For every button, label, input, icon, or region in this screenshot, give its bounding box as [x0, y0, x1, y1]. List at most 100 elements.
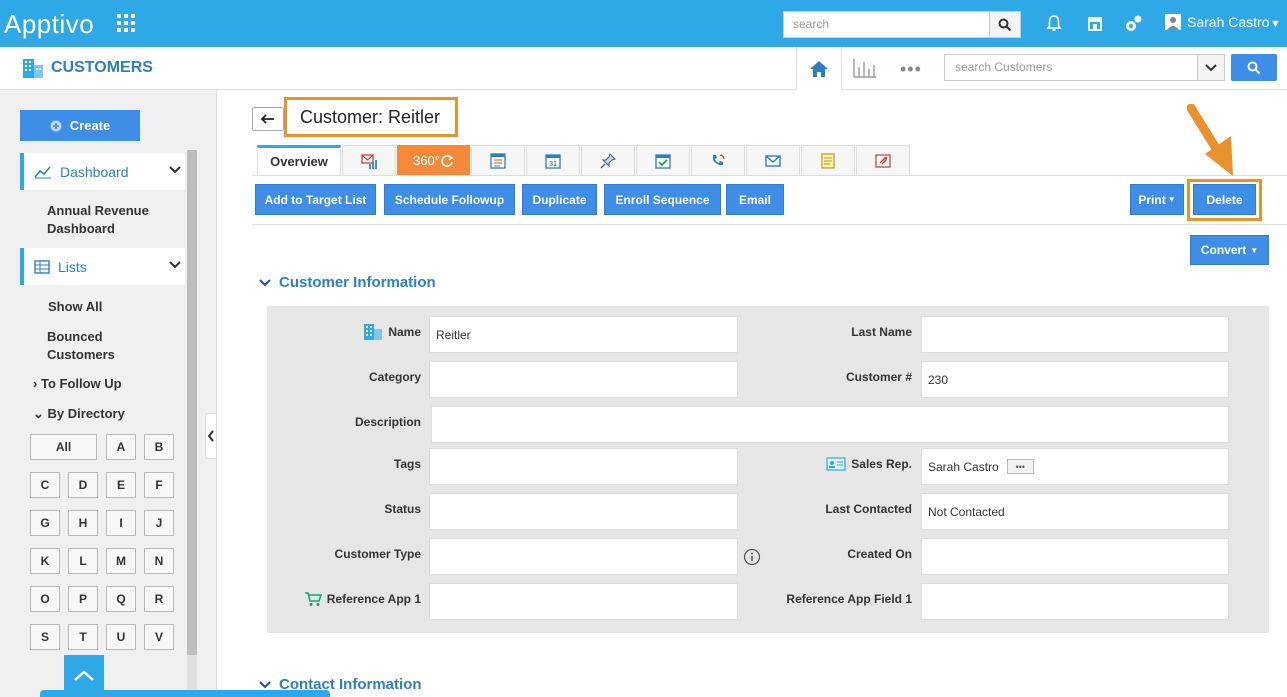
last-name-field[interactable]	[921, 316, 1229, 353]
print-button[interactable]: Print ▼	[1130, 184, 1184, 215]
directory-letter[interactable]: N	[144, 548, 174, 574]
apps-grid-icon[interactable]	[117, 14, 135, 32]
directory-letter[interactable]: C	[30, 472, 60, 498]
tab-email-stats[interactable]	[342, 145, 396, 176]
tab-calendar[interactable]: 31	[526, 145, 580, 176]
sidebar-collapse-toggle[interactable]	[205, 413, 217, 459]
tab-360[interactable]: 360°	[397, 145, 470, 176]
settings-cog-icon[interactable]	[1124, 13, 1144, 33]
store-icon[interactable]	[1085, 13, 1105, 33]
main-content: Customer: Reitler Overview 360° 31 Add t…	[217, 90, 1287, 697]
tab-notes-list[interactable]	[471, 145, 525, 176]
reference-app-field-value[interactable]	[921, 583, 1229, 620]
chevron-down-icon[interactable]	[169, 165, 181, 175]
arrow-left-icon	[260, 114, 274, 124]
tab-tasks[interactable]	[636, 145, 690, 176]
schedule-followup-button[interactable]: Schedule Followup	[384, 184, 515, 215]
sidebar-item-to-follow-up[interactable]: › To Follow Up	[33, 376, 122, 391]
tab-pin[interactable]	[581, 145, 635, 176]
global-search-input[interactable]: search	[783, 11, 990, 38]
sidebar-item-show-all[interactable]: Show All	[48, 298, 102, 316]
directory-letter[interactable]: P	[68, 586, 98, 612]
status-field[interactable]	[429, 493, 738, 530]
tags-field[interactable]	[429, 448, 738, 485]
directory-letter[interactable]: B	[144, 434, 174, 460]
directory-letter[interactable]: M	[106, 548, 136, 574]
tab-notes[interactable]	[801, 145, 855, 176]
sidebar-item-dashboard[interactable]: Dashboard	[20, 153, 185, 190]
user-menu[interactable]: Sarah Castro	[1165, 14, 1269, 30]
tags-label: Tags	[393, 457, 421, 471]
directory-letter[interactable]: J	[144, 510, 174, 536]
description-field[interactable]	[431, 406, 1229, 443]
tab-calls[interactable]	[691, 145, 745, 176]
tab-overview[interactable]: Overview	[257, 145, 341, 176]
apptivo-logo[interactable]: Apptivo	[4, 9, 94, 40]
category-field[interactable]	[429, 361, 738, 398]
bar-chart-icon[interactable]	[852, 57, 878, 82]
directory-letter[interactable]: D	[68, 472, 98, 498]
phone-icon	[713, 153, 725, 165]
bell-icon[interactable]	[1044, 13, 1064, 33]
sidebar-item-bounced-customers[interactable]: Bounced Customers	[47, 328, 115, 364]
info-icon[interactable]	[743, 548, 761, 566]
directory-letter[interactable]: F	[144, 472, 174, 498]
sidebar-item-lists[interactable]: Lists	[20, 248, 185, 285]
email-button[interactable]: Email	[726, 184, 784, 215]
back-button[interactable]	[252, 107, 284, 131]
sidebar-scrollbar-thumb[interactable]	[187, 150, 197, 655]
sidebar: Create Dashboard Annual Revenue Dashboar…	[0, 90, 217, 697]
create-button[interactable]: Create	[20, 110, 140, 141]
customer-type-field[interactable]	[429, 538, 738, 575]
more-options-icon[interactable]: •••	[900, 59, 922, 80]
name-field[interactable]: Reitler	[429, 316, 738, 353]
chevron-down-icon[interactable]	[1197, 54, 1225, 81]
convert-button[interactable]: Convert ▼	[1190, 235, 1269, 265]
tab-attachments[interactable]	[856, 145, 910, 176]
chevron-down-icon[interactable]: ▼	[1270, 18, 1281, 30]
directory-letter[interactable]: T	[68, 624, 98, 650]
section-contact-information[interactable]: Contact Information	[259, 676, 422, 693]
app-title[interactable]: CUSTOMERS	[21, 57, 153, 79]
sidebar-item-annual-revenue-dashboard[interactable]: Annual Revenue Dashboard	[47, 202, 149, 238]
directory-letter[interactable]: S	[30, 624, 60, 650]
search-button[interactable]	[1231, 54, 1277, 81]
duplicate-button[interactable]: Duplicate	[522, 184, 597, 215]
add-to-target-list-button[interactable]: Add to Target List	[255, 184, 376, 215]
plus-circle-icon	[50, 120, 62, 131]
last-contacted-field[interactable]: Not Contacted	[921, 493, 1229, 530]
directory-letter[interactable]: V	[144, 624, 174, 650]
directory-letter[interactable]: A	[106, 434, 136, 460]
email-chart-icon	[361, 153, 377, 169]
created-on-field[interactable]	[921, 538, 1229, 575]
chevron-right-icon: ›	[33, 376, 38, 391]
search-icon[interactable]	[989, 11, 1021, 38]
directory-letter[interactable]: U	[106, 624, 136, 650]
top-bar: Apptivo search Sarah Castro ▼	[0, 0, 1287, 47]
directory-letter[interactable]: E	[106, 472, 136, 498]
directory-letter[interactable]: H	[68, 510, 98, 536]
sidebar-item-by-directory[interactable]: ⌄ By Directory	[33, 406, 125, 422]
directory-letter[interactable]: K	[30, 548, 60, 574]
directory-letter[interactable]: O	[30, 586, 60, 612]
chevron-left-icon	[207, 430, 214, 442]
section-customer-information[interactable]: Customer Information	[259, 274, 436, 291]
directory-letter[interactable]: R	[144, 586, 174, 612]
directory-letter[interactable]: Q	[106, 586, 136, 612]
chevron-down-icon[interactable]	[169, 260, 181, 270]
reference-app-field[interactable]	[429, 583, 738, 620]
home-icon[interactable]	[796, 47, 842, 90]
chevron-down-icon: ⌄	[33, 406, 44, 421]
sales-rep-field[interactable]: Sarah Castro •••	[921, 448, 1229, 485]
more-options-icon[interactable]: •••	[1006, 459, 1034, 474]
create-label: Create	[69, 118, 111, 133]
directory-letter[interactable]: I	[106, 510, 136, 536]
enroll-sequence-button[interactable]: Enroll Sequence	[604, 184, 721, 215]
tab-emails[interactable]	[746, 145, 800, 176]
directory-letter[interactable]: All	[30, 434, 97, 460]
last-contacted-label: Last Contacted	[825, 502, 912, 516]
directory-letter[interactable]: L	[68, 548, 98, 574]
customer-number-field[interactable]: 230	[921, 361, 1229, 398]
directory-letter[interactable]: G	[30, 510, 60, 536]
customer-search-input[interactable]: search Customers	[944, 54, 1198, 81]
